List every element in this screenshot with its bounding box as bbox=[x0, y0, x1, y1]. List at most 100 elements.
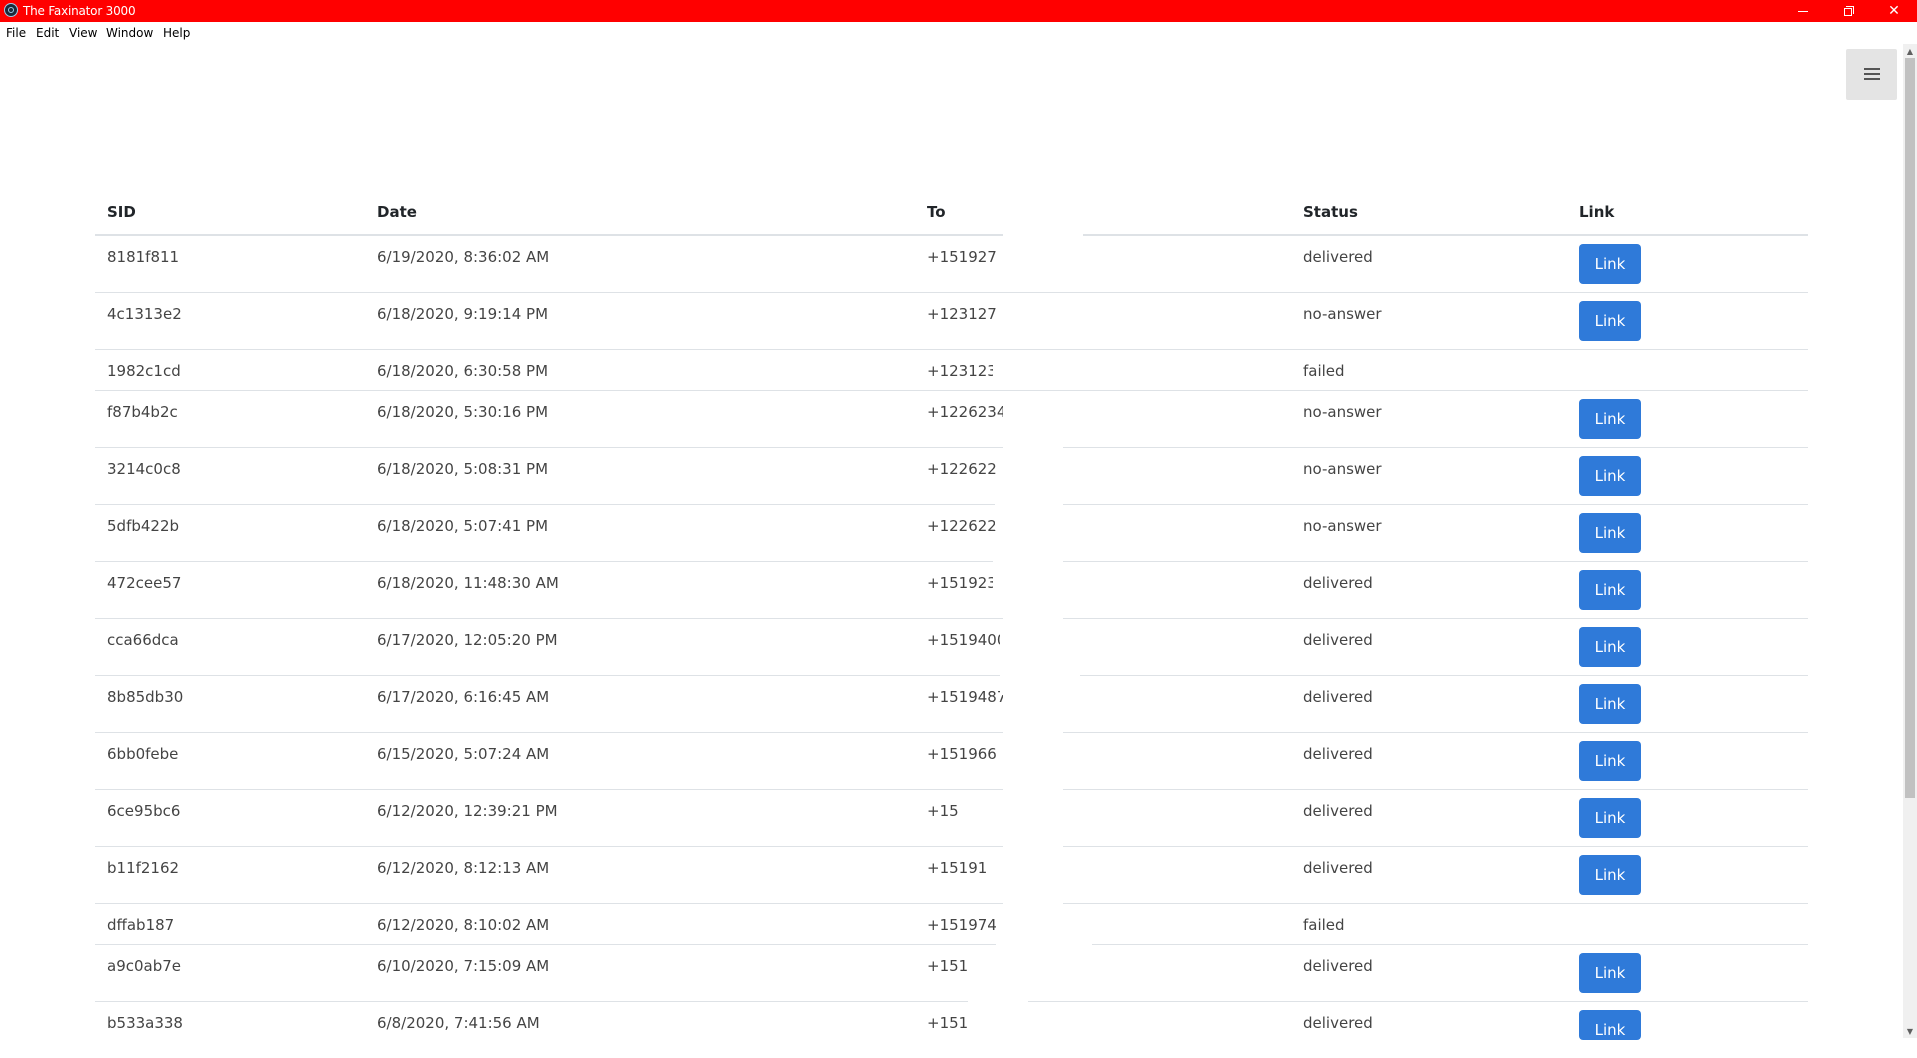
table-row: dffab187 6/12/2020, 8:10:02 AM +151974 f… bbox=[95, 904, 1808, 945]
table-header: SID Date To Status Link bbox=[95, 192, 1808, 236]
row-sid: 6bb0febe bbox=[107, 745, 179, 763]
row-status: delivered bbox=[1303, 631, 1373, 649]
row-link-button[interactable]: Link bbox=[1579, 684, 1641, 724]
row-date: 6/15/2020, 5:07:24 AM bbox=[377, 745, 550, 763]
row-to: +1519400 bbox=[927, 631, 1007, 649]
redaction-mask bbox=[968, 945, 1028, 1038]
menu-bar: File Edit View Window Help bbox=[0, 22, 1917, 44]
row-status: delivered bbox=[1303, 1014, 1373, 1032]
row-status: failed bbox=[1303, 916, 1345, 934]
row-sid: 6ce95bc6 bbox=[107, 802, 181, 820]
redaction-mask bbox=[995, 500, 1063, 530]
redaction-mask bbox=[993, 360, 1098, 390]
scroll-down-icon[interactable]: ▼ bbox=[1903, 1024, 1917, 1038]
row-sid: f87b4b2c bbox=[107, 403, 178, 421]
minimize-icon bbox=[1798, 10, 1808, 12]
row-link-button[interactable]: Link bbox=[1579, 855, 1641, 895]
row-link-button[interactable]: Link bbox=[1579, 244, 1641, 284]
row-status: delivered bbox=[1303, 248, 1373, 266]
row-date: 6/12/2020, 8:12:13 AM bbox=[377, 859, 550, 877]
vertical-scrollbar[interactable]: ▲ ▼ bbox=[1903, 44, 1917, 1038]
row-link-button[interactable]: Link bbox=[1579, 953, 1641, 993]
header-to: To bbox=[927, 203, 946, 221]
row-link-button[interactable]: Link bbox=[1579, 513, 1641, 553]
scroll-thumb[interactable] bbox=[1905, 58, 1915, 798]
row-sid: 1982c1cd bbox=[107, 362, 181, 380]
hamburger-icon-line bbox=[1864, 73, 1880, 75]
row-link-button[interactable]: Link bbox=[1579, 798, 1641, 838]
row-sid: a9c0ab7e bbox=[107, 957, 182, 975]
redaction-mask bbox=[996, 910, 1092, 948]
title-bar: The Faxinator 3000 ✕ bbox=[0, 0, 1917, 22]
scroll-up-icon[interactable]: ▲ bbox=[1903, 44, 1917, 58]
menu-window[interactable]: Window bbox=[106, 26, 153, 40]
row-sid: cca66dca bbox=[107, 631, 179, 649]
hamburger-icon-line bbox=[1864, 78, 1880, 80]
app-icon bbox=[4, 3, 18, 17]
row-date: 6/18/2020, 5:08:31 PM bbox=[377, 460, 549, 478]
row-link-button[interactable]: Link bbox=[1579, 1010, 1641, 1040]
row-link-button[interactable]: Link bbox=[1579, 570, 1641, 610]
row-link-button[interactable]: Link bbox=[1579, 741, 1641, 781]
table-row: a9c0ab7e 6/10/2020, 7:15:09 AM +1519 del… bbox=[95, 945, 1808, 1002]
row-sid: 8181f811 bbox=[107, 248, 180, 266]
header-status: Status bbox=[1303, 203, 1358, 221]
table-row: 472cee57 6/18/2020, 11:48:30 AM +151923 … bbox=[95, 562, 1808, 619]
row-sid: 4c1313e2 bbox=[107, 305, 182, 323]
row-link-button[interactable]: Link bbox=[1579, 627, 1641, 667]
row-date: 6/10/2020, 7:15:09 AM bbox=[377, 957, 550, 975]
redaction-mask bbox=[993, 555, 1063, 591]
redaction-mask bbox=[1003, 225, 1083, 251]
row-date: 6/18/2020, 9:19:14 PM bbox=[377, 305, 549, 323]
table-row: 4c1313e2 6/18/2020, 9:19:14 PM +123127 n… bbox=[95, 293, 1808, 350]
row-status: delivered bbox=[1303, 859, 1373, 877]
row-date: 6/18/2020, 5:07:41 PM bbox=[377, 517, 549, 535]
row-status: delivered bbox=[1303, 688, 1373, 706]
menu-file[interactable]: File bbox=[6, 26, 26, 40]
menu-edit[interactable]: Edit bbox=[36, 26, 59, 40]
row-sid: 8b85db30 bbox=[107, 688, 184, 706]
row-sid: 3214c0c8 bbox=[107, 460, 181, 478]
row-to: +151927 bbox=[927, 248, 997, 266]
row-date: 6/18/2020, 6:30:58 PM bbox=[377, 362, 549, 380]
row-status: no-answer bbox=[1303, 460, 1382, 478]
menu-help[interactable]: Help bbox=[163, 26, 190, 40]
row-link-button[interactable]: Link bbox=[1579, 399, 1641, 439]
header-link: Link bbox=[1579, 203, 1615, 221]
row-status: failed bbox=[1303, 362, 1345, 380]
row-status: delivered bbox=[1303, 574, 1373, 592]
table-row: 5dfb422b 6/18/2020, 5:07:41 PM +122622 n… bbox=[95, 505, 1808, 562]
table-row: 8b85db30 6/17/2020, 6:16:45 AM +15194879… bbox=[95, 676, 1808, 733]
table-row: 3214c0c8 6/18/2020, 5:08:31 PM +122622 n… bbox=[95, 448, 1808, 505]
hamburger-icon-line bbox=[1864, 68, 1880, 70]
menu-view[interactable]: View bbox=[69, 26, 97, 40]
row-date: 6/12/2020, 8:10:02 AM bbox=[377, 916, 550, 934]
row-sid: 472cee57 bbox=[107, 574, 182, 592]
restore-icon bbox=[1844, 6, 1854, 16]
close-button[interactable]: ✕ bbox=[1871, 0, 1917, 22]
row-status: no-answer bbox=[1303, 305, 1382, 323]
row-sid: 5dfb422b bbox=[107, 517, 180, 535]
row-to: +15191 bbox=[927, 859, 988, 877]
row-date: 6/17/2020, 6:16:45 AM bbox=[377, 688, 550, 706]
restore-button[interactable] bbox=[1826, 0, 1872, 22]
row-sid: b11f2162 bbox=[107, 859, 180, 877]
row-date: 6/18/2020, 5:30:16 PM bbox=[377, 403, 549, 421]
hamburger-menu-button[interactable] bbox=[1846, 49, 1897, 100]
header-date: Date bbox=[377, 203, 417, 221]
window-title: The Faxinator 3000 bbox=[23, 4, 136, 18]
table-row: 6bb0febe 6/15/2020, 5:07:24 AM +151966 d… bbox=[95, 733, 1808, 790]
row-to: +123127 bbox=[927, 305, 997, 323]
row-link-button[interactable]: Link bbox=[1579, 301, 1641, 341]
redaction-mask bbox=[1003, 402, 1103, 428]
row-status: delivered bbox=[1303, 745, 1373, 763]
close-icon: ✕ bbox=[1888, 3, 1900, 19]
table-row: b533a338 6/8/2020, 7:41:56 AM +151923 de… bbox=[95, 1002, 1808, 1058]
redaction-mask bbox=[968, 795, 1053, 845]
row-date: 6/19/2020, 8:36:02 AM bbox=[377, 248, 550, 266]
table-row: f87b4b2c 6/18/2020, 5:30:16 PM +12262342… bbox=[95, 391, 1808, 448]
row-status: no-answer bbox=[1303, 403, 1382, 421]
minimize-button[interactable] bbox=[1780, 0, 1826, 22]
table-row: 6ce95bc6 6/12/2020, 12:39:21 PM +15 deli… bbox=[95, 790, 1808, 847]
row-link-button[interactable]: Link bbox=[1579, 456, 1641, 496]
